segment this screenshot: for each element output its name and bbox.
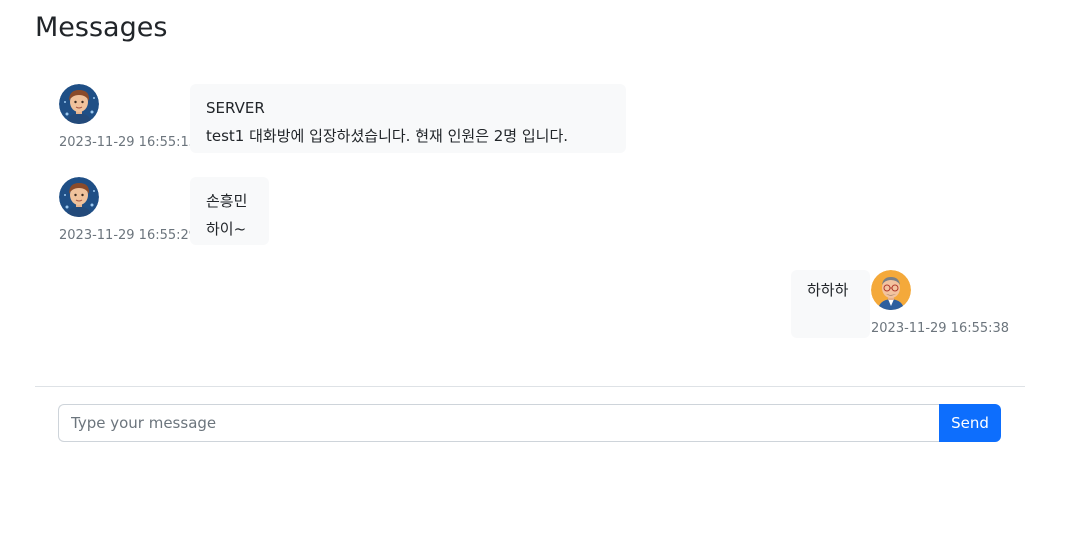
page-title: Messages [35,12,168,43]
message-bubble: 하하하 [791,270,870,338]
message-timestamp: 2023-11-29 16:55:15 [59,135,198,150]
message-timestamp: 2023-11-29 16:55:29 [59,228,198,243]
user-avatar-icon [59,177,99,217]
message-bubble: 손흥민 하이~ [190,177,269,245]
user-avatar-icon [59,84,99,124]
message-text: 하이~ [206,220,247,238]
message-sender: SERVER [206,99,265,117]
message-text: test1 대화방에 입장하셨습니다. 현재 인원은 2명 입니다. [206,127,569,145]
message-timestamp: 2023-11-29 16:55:38 [871,321,1010,336]
chat-page: Messages 2023-11-29 16:55:15 SERVER test… [0,0,1065,538]
message-sender: 손흥민 [206,192,248,210]
my-avatar-icon [871,270,911,310]
message-bubble: SERVER test1 대화방에 입장하셨습니다. 현재 인원은 2명 입니다… [190,84,626,153]
message-input[interactable] [58,404,940,442]
message-text: 하하하 [807,281,849,299]
send-button[interactable]: Send [939,404,1001,442]
composer-divider [35,386,1025,387]
